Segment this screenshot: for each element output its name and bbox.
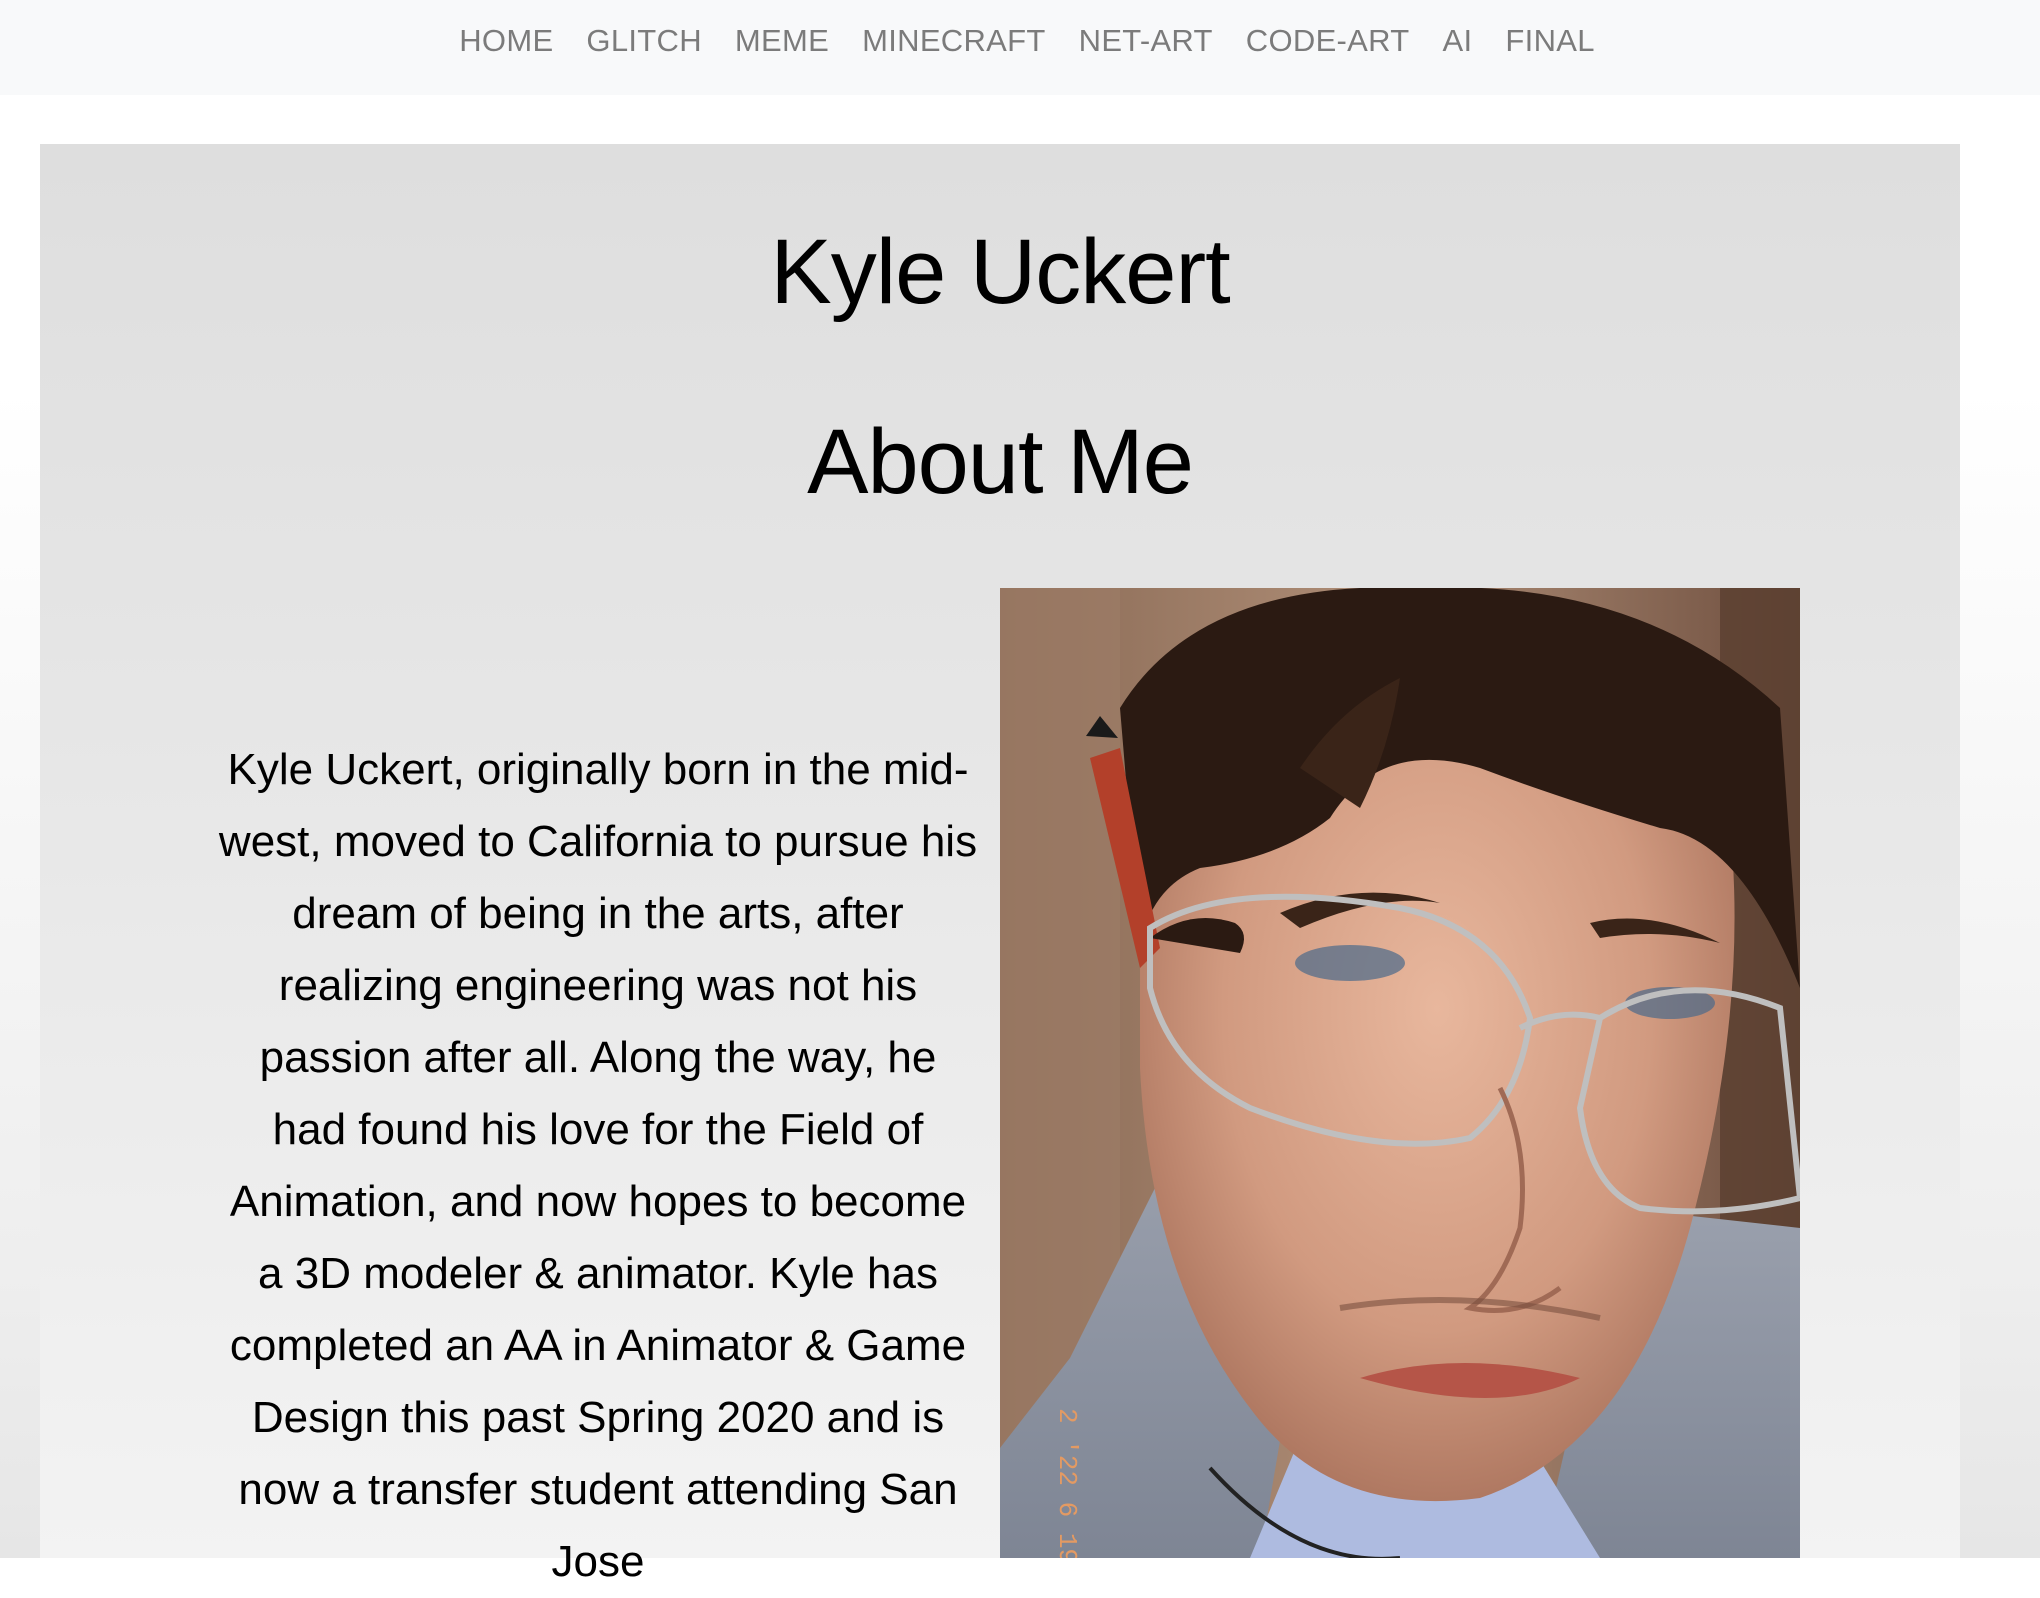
photo-date-stamp: 2 '22 6 19 xyxy=(1052,1408,1082,1558)
nav-link-meme[interactable]: MEME xyxy=(735,23,829,59)
nav-link-code-art[interactable]: CODE-ART xyxy=(1246,23,1410,59)
top-navbar: HOME GLITCH MEME MINECRAFT NET-ART CODE-… xyxy=(0,0,2040,95)
nav-link-final[interactable]: FINAL xyxy=(1505,23,1594,59)
nav-link-glitch[interactable]: GLITCH xyxy=(586,23,701,59)
nav-link-minecraft[interactable]: MINECRAFT xyxy=(862,23,1046,59)
page-title: Kyle Uckert xyxy=(770,221,1230,323)
nav-link-home[interactable]: HOME xyxy=(459,23,553,59)
profile-photo: 2 '22 6 19 xyxy=(1000,588,1800,1558)
nav-link-net-art[interactable]: NET-ART xyxy=(1079,23,1213,59)
bio-paragraph: Kyle Uckert, originally born in the mid-… xyxy=(218,745,978,1586)
about-me-heading: About Me xyxy=(807,411,1194,513)
nav-list: HOME GLITCH MEME MINECRAFT NET-ART CODE-… xyxy=(459,23,1595,59)
nav-link-ai[interactable]: AI xyxy=(1443,23,1473,59)
